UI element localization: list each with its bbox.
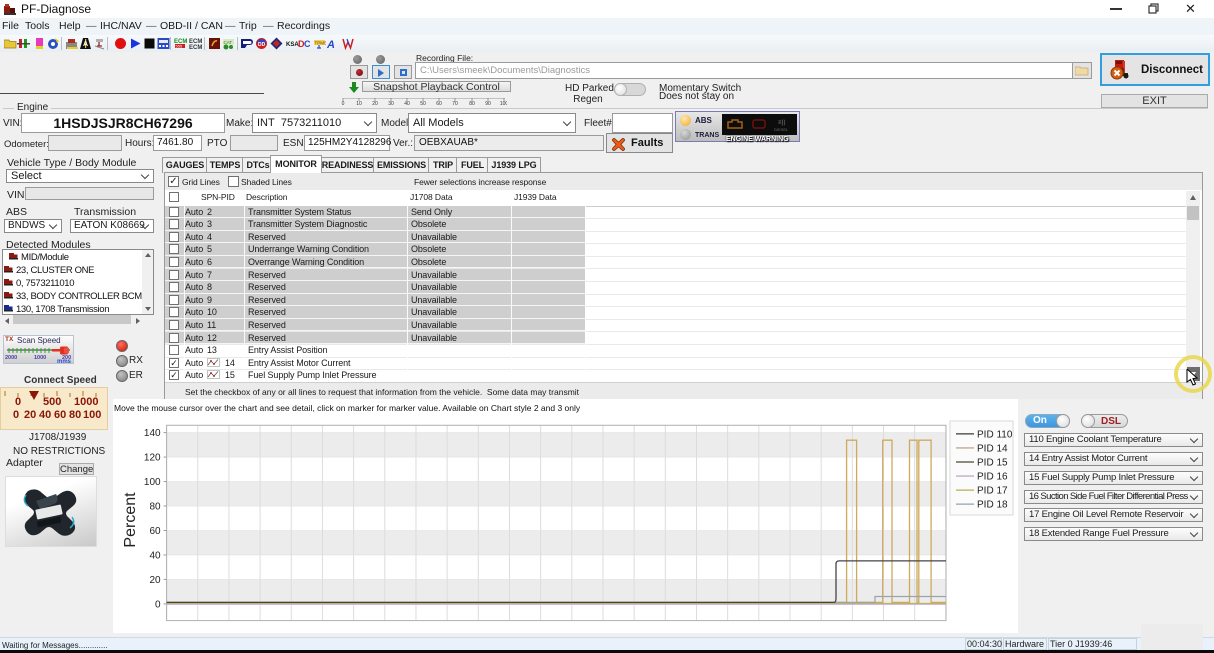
svg-text:PID 110: PID 110 — [977, 429, 1013, 440]
svg-text:ECM: ECM — [189, 45, 202, 50]
svg-text:100: 100 — [144, 477, 161, 488]
svg-text:80: 80 — [149, 502, 161, 513]
svg-text:80: 80 — [469, 101, 475, 105]
svg-text:120: 120 — [144, 453, 161, 464]
svg-text:PID 16: PID 16 — [977, 472, 1008, 483]
svg-text:0: 0 — [342, 101, 345, 105]
svg-text:60: 60 — [149, 526, 161, 537]
svg-text:10: 10 — [356, 101, 362, 105]
svg-text:555: 555 — [176, 44, 183, 49]
svg-text:DIESEL: DIESEL — [774, 127, 789, 132]
svg-text:90: 90 — [485, 101, 491, 105]
svg-text:CAT: CAT — [223, 40, 232, 45]
svg-text:0: 0 — [155, 599, 161, 610]
svg-text:40: 40 — [404, 101, 410, 105]
svg-text:KSA: KSA — [286, 42, 299, 48]
svg-text:PID 14: PID 14 — [977, 443, 1008, 454]
svg-text:DD: DD — [258, 42, 266, 48]
svg-text:140: 140 — [144, 428, 161, 439]
svg-text:50: 50 — [420, 101, 426, 105]
svg-text:100: 100 — [500, 101, 507, 105]
svg-text:PID 15: PID 15 — [977, 458, 1008, 469]
svg-text:C: C — [304, 39, 311, 49]
svg-text:20: 20 — [372, 101, 378, 105]
svg-text:Percent: Percent — [122, 492, 139, 548]
svg-text:40: 40 — [149, 550, 161, 561]
svg-text:A: A — [83, 41, 88, 48]
svg-text:20: 20 — [149, 575, 161, 586]
svg-text:A: A — [327, 39, 335, 50]
svg-text:60: 60 — [436, 101, 442, 105]
svg-text:70: 70 — [452, 101, 458, 105]
svg-text:TPMS: TPMS — [315, 41, 327, 46]
svg-text:30: 30 — [388, 101, 394, 105]
svg-text:≡)): ≡)) — [778, 120, 786, 126]
svg-text:PID 17: PID 17 — [977, 486, 1008, 497]
svg-text:PID 18: PID 18 — [977, 500, 1008, 511]
